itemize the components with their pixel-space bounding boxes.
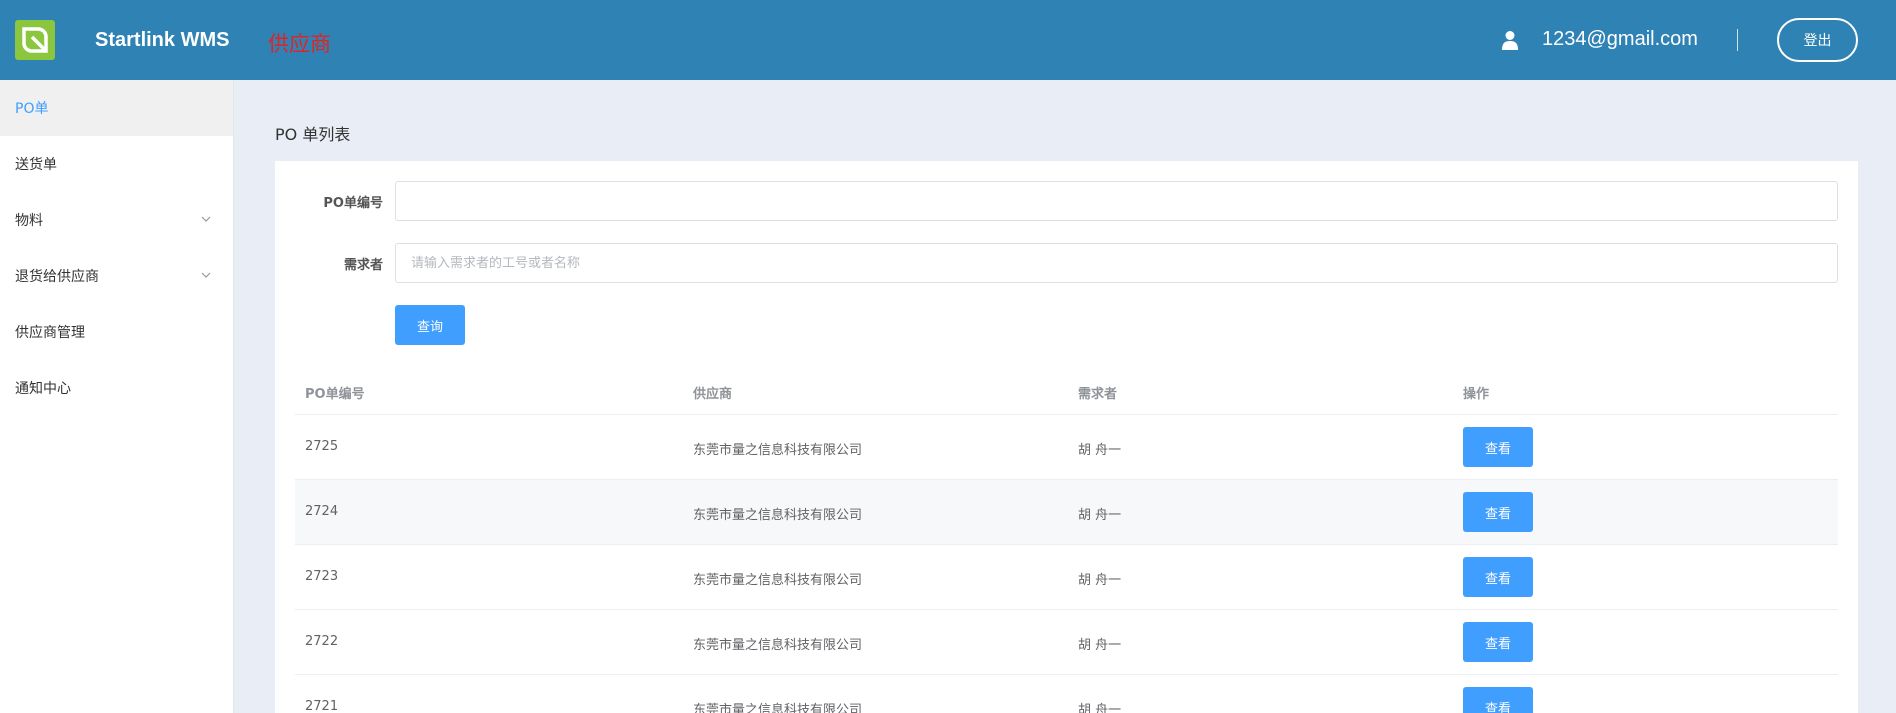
cell-po-number: 2721 [305,699,339,713]
cell-supplier: 东莞市量之信息科技有限公司 [693,508,863,523]
column-header-supplier: 供应商 [693,387,733,402]
user-icon [1502,31,1518,50]
cell-po-number: 2722 [305,634,339,649]
sidebar-item-label: 通知中心 [15,381,71,397]
top-header: Startlink WMS 供应商 1234@gmail.com 登出 [0,0,1896,80]
app-logo-icon[interactable] [15,20,55,60]
column-header-po-number: PO单编号 [305,387,365,402]
sidebar-item-supplier-management[interactable]: 供应商管理 [0,304,233,360]
view-button[interactable]: 查看 [1463,557,1533,597]
user-email: 1234@gmail.com [1542,28,1698,50]
table-row: 2722 东莞市量之信息科技有限公司 胡 舟一 查看 [295,610,1838,675]
table-row: 2721 东莞市量之信息科技有限公司 胡 舟一 查看 [295,675,1838,713]
view-button[interactable]: 查看 [1463,687,1533,713]
cell-supplier: 东莞市量之信息科技有限公司 [693,443,863,458]
po-table: PO单编号 供应商 需求者 操作 2725 东莞市量之信息科技有限公司 胡 舟一… [295,371,1838,713]
chevron-down-icon [201,272,211,278]
table-row: 2723 东莞市量之信息科技有限公司 胡 舟一 查看 [295,545,1838,610]
logout-button[interactable]: 登出 [1777,18,1858,62]
cell-supplier: 东莞市量之信息科技有限公司 [693,703,863,713]
view-button[interactable]: 查看 [1463,622,1533,662]
view-button[interactable]: 查看 [1463,492,1533,532]
cell-po-number: 2724 [305,504,339,519]
column-header-requester: 需求者 [1078,387,1118,402]
sidebar-item-label: 退货给供应商 [15,269,99,285]
sidebar-item-label: 供应商管理 [15,325,85,341]
cell-po-number: 2723 [305,569,339,584]
po-number-label: PO单编号 [323,196,383,211]
cell-requester: 胡 舟一 [1078,638,1122,653]
cell-supplier: 东莞市量之信息科技有限公司 [693,638,863,653]
view-button[interactable]: 查看 [1463,427,1533,467]
table-row: 2724 东莞市量之信息科技有限公司 胡 舟一 查看 [295,480,1838,545]
page-title: PO 单列表 [275,125,351,144]
cell-requester: 胡 舟一 [1078,508,1122,523]
role-label: 供应商 [268,32,331,56]
query-button[interactable]: 查询 [395,305,465,345]
column-header-action: 操作 [1463,387,1490,402]
po-number-input[interactable] [395,181,1838,221]
app-title: Startlink WMS [95,29,230,51]
cell-requester: 胡 舟一 [1078,443,1122,458]
sidebar-item-label: 物料 [15,213,43,229]
sidebar-item-materials[interactable]: 物料 [0,192,233,248]
sidebar-item-delivery[interactable]: 送货单 [0,136,233,192]
sidebar-item-label: 送货单 [15,157,57,173]
chevron-down-icon [201,216,211,222]
sidebar-item-label: PO单 [15,101,49,117]
sidebar: PO单 送货单 物料 退货给供应商 供应商管理 通知中心 [0,80,234,713]
table-row: 2725 东莞市量之信息科技有限公司 胡 舟一 查看 [295,415,1838,480]
requester-input[interactable] [395,243,1838,283]
sidebar-item-notifications[interactable]: 通知中心 [0,360,233,416]
cell-requester: 胡 舟一 [1078,573,1122,588]
sidebar-item-po[interactable]: PO单 [0,80,233,136]
requester-label: 需求者 [343,258,383,273]
cell-po-number: 2725 [305,439,339,454]
sidebar-item-returns[interactable]: 退货给供应商 [0,248,233,304]
table-header: PO单编号 供应商 需求者 操作 [295,371,1838,415]
cell-requester: 胡 舟一 [1078,703,1122,713]
cell-supplier: 东莞市量之信息科技有限公司 [693,573,863,588]
header-divider [1737,29,1738,51]
